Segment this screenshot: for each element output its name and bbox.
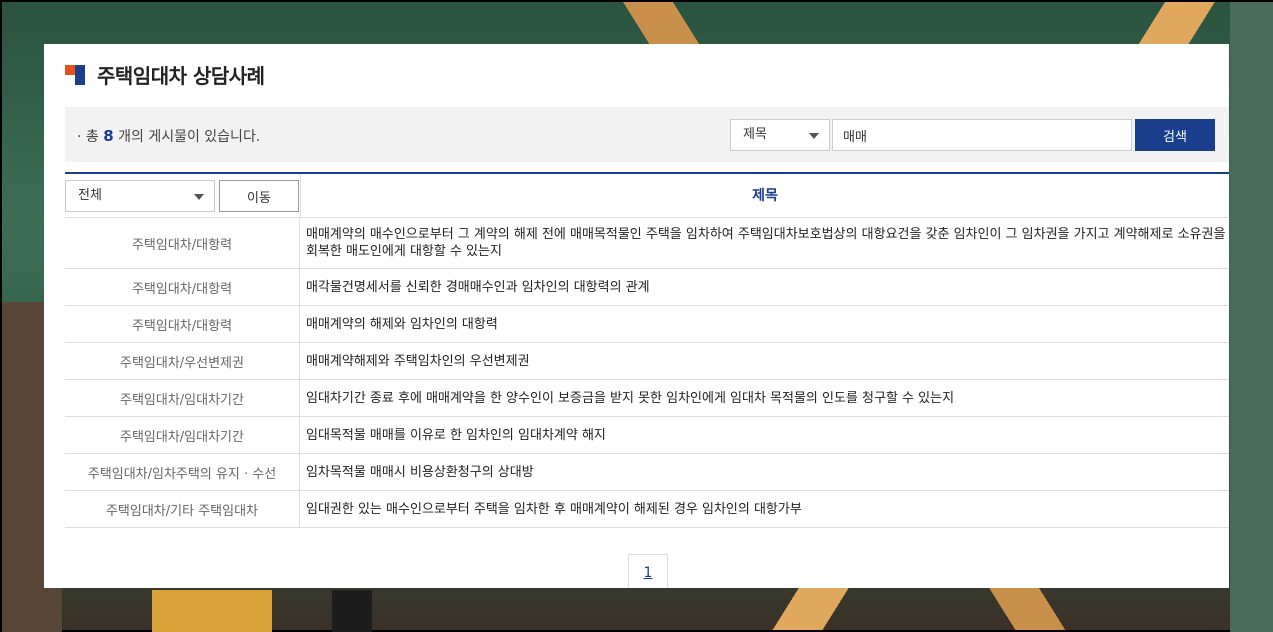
table-row[interactable]: 주택임대차/기타 주택임대차 임대권한 있는 매수인으로부터 주택을 임차한 후… xyxy=(65,491,1229,528)
category-select[interactable]: 전체 xyxy=(65,180,215,212)
page-link-current[interactable]: 1 xyxy=(644,565,653,581)
table-row[interactable]: 주택임대차/대항력 매매계약의 해제와 임차인의 대항력 xyxy=(65,306,1229,343)
row-subject-link[interactable]: 임차목적물 매매시 비용상환청구의 상대방 xyxy=(300,454,1229,490)
category-select-value: 전체 xyxy=(78,188,102,203)
background-beam xyxy=(1230,2,1273,632)
search-field-select[interactable]: 제목 xyxy=(730,119,830,151)
row-subject-link[interactable]: 매매계약의 매수인으로부터 그 계약의 해제 전에 매매목적물인 주택을 임차하… xyxy=(300,218,1229,268)
chevron-down-icon xyxy=(809,133,819,139)
background-beam xyxy=(332,590,372,632)
search-button[interactable]: 검색 xyxy=(1135,119,1215,151)
page-header: 주택임대차 상담사례 xyxy=(65,60,265,89)
row-category: 주택임대차/우선변제권 xyxy=(65,343,300,379)
post-table: 전체 이동 제목 주택임대차/대항력 매매계약의 매수인으로부터 그 계약의 해… xyxy=(65,172,1229,528)
table-row[interactable]: 주택임대차/우선변제권 매매계약해제와 주택임차인의 우선변제권 xyxy=(65,343,1229,380)
row-subject-link[interactable]: 매각물건명세서를 신뢰한 경매매수인과 임차인의 대항력의 관계 xyxy=(300,269,1229,305)
background-beam xyxy=(152,590,272,632)
column-header-title: 제목 xyxy=(300,174,1229,218)
content-panel: 주택임대차 상담사례 · 총 8 개의 게시물이 있습니다. 제목 검색 전체 … xyxy=(44,44,1229,588)
table-row[interactable]: 주택임대차/임대차기간 임대차기간 종료 후에 매매계약을 한 양수인이 보증금… xyxy=(65,380,1229,417)
search-input[interactable] xyxy=(832,119,1132,151)
table-row[interactable]: 주택임대차/대항력 매매계약의 매수인으로부터 그 계약의 해제 전에 매매목적… xyxy=(65,218,1229,269)
row-category: 주택임대차/임차주택의 유지 · 수선 xyxy=(65,454,300,490)
table-row[interactable]: 주택임대차/임대차기간 임대목적물 매매를 이유로 한 임차인의 임대차계약 해… xyxy=(65,417,1229,454)
row-subject-link[interactable]: 임대차기간 종료 후에 매매계약을 한 양수인이 보증금을 받지 못한 임차인에… xyxy=(300,380,1229,416)
post-count-prefix: · 총 xyxy=(77,129,104,145)
row-category: 주택임대차/대항력 xyxy=(65,218,300,268)
table-row[interactable]: 주택임대차/대항력 매각물건명세서를 신뢰한 경매매수인과 임차인의 대항력의 … xyxy=(65,269,1229,306)
search-field-value: 제목 xyxy=(743,127,767,142)
row-subject-link[interactable]: 임대목적물 매매를 이유로 한 임차인의 임대차계약 해지 xyxy=(300,417,1229,453)
post-count-suffix: 개의 게시물이 있습니다. xyxy=(113,129,261,145)
chevron-down-icon xyxy=(194,194,204,200)
move-button[interactable]: 이동 xyxy=(219,180,299,212)
row-subject-link[interactable]: 매매계약해제와 주택임차인의 우선변제권 xyxy=(300,343,1229,379)
search-bar: · 총 8 개의 게시물이 있습니다. 제목 검색 xyxy=(65,107,1229,162)
pagination: 1 xyxy=(628,554,668,588)
row-subject-link[interactable]: 임대권한 있는 매수인으로부터 주택을 임차한 후 매매계약이 해제된 경우 임… xyxy=(300,491,1229,527)
table-header: 전체 이동 제목 xyxy=(65,174,1229,218)
row-category: 주택임대차/임대차기간 xyxy=(65,380,300,416)
row-subject-link[interactable]: 매매계약의 해제와 임차인의 대항력 xyxy=(300,306,1229,342)
table-row[interactable]: 주택임대차/임차주택의 유지 · 수선 임차목적물 매매시 비용상환청구의 상대… xyxy=(65,454,1229,491)
row-category: 주택임대차/대항력 xyxy=(65,269,300,305)
title-bullet-icon xyxy=(65,64,85,85)
row-category: 주택임대차/기타 주택임대차 xyxy=(65,491,300,527)
page-title: 주택임대차 상담사례 xyxy=(97,64,265,88)
post-count-number: 8 xyxy=(103,127,114,145)
post-count: · 총 8 개의 게시물이 있습니다. xyxy=(77,126,260,146)
row-category: 주택임대차/대항력 xyxy=(65,306,300,342)
row-category: 주택임대차/임대차기간 xyxy=(65,417,300,453)
